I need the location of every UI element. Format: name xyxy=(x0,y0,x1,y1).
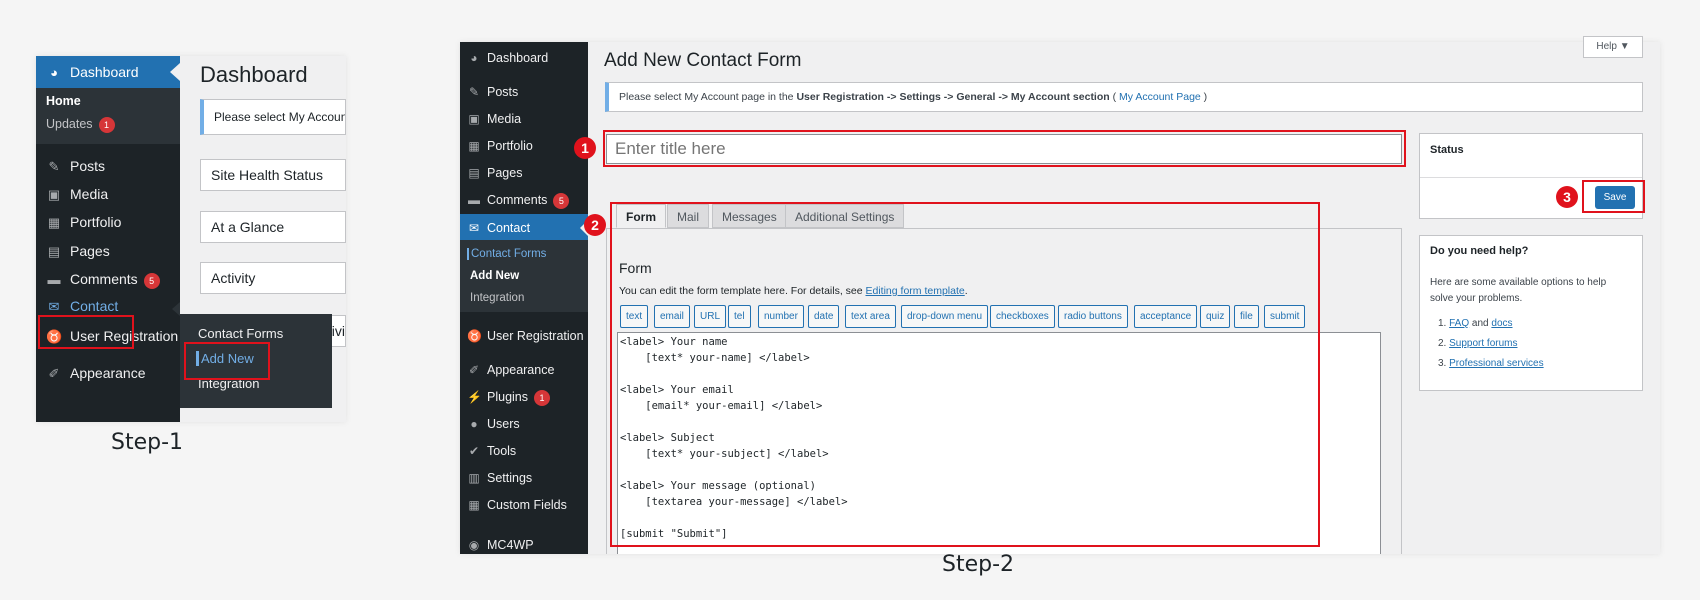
submenu-updates[interactable]: Updates 1 xyxy=(46,117,115,133)
highlight-form-editor xyxy=(610,202,1320,547)
sidebar-item-portfolio[interactable]: ▦ Portfolio xyxy=(36,208,180,236)
page-title: Dashboard xyxy=(200,62,308,87)
portfolio-icon: ▦ xyxy=(468,139,480,153)
submenu-add-new[interactable]: Add New xyxy=(470,270,519,282)
admin-notice: Please select My Account page in the Use… xyxy=(605,82,1643,112)
sidebar-item-posts[interactable]: ✎ Posts xyxy=(36,152,180,180)
sidebar-item-appearance[interactable]: ✐ Appearance xyxy=(36,359,180,387)
support-forums-link[interactable]: Support forums xyxy=(1449,338,1517,349)
dashboard-icon: ◕ xyxy=(50,65,58,80)
faq-link[interactable]: FAQ xyxy=(1449,318,1469,329)
sidebar-item-dashboard[interactable]: ◕ Dashboard xyxy=(460,45,588,71)
highlight-contact xyxy=(38,315,134,349)
comments-count-badge: 5 xyxy=(143,273,160,289)
sidebar-item-media[interactable]: ▣ Media xyxy=(460,106,588,132)
step1-screenshot: ◕ Dashboard Home Updates 1 ✎ Posts ▣ Media ▦… xyxy=(36,56,346,422)
users-icon: ● xyxy=(470,417,478,431)
highlight-title-input xyxy=(603,130,1406,167)
pin-icon: ✎ xyxy=(468,85,480,99)
sidebar-item-comments[interactable]: ▬ Comments 5 xyxy=(36,265,180,293)
help-list-item: 3. Professional services xyxy=(1438,358,1544,369)
help-text: Here are some available options to help … xyxy=(1430,277,1607,304)
sidebar-item-appearance[interactable]: ✐ Appearance xyxy=(460,357,588,383)
card-activity[interactable]: Activity xyxy=(200,262,346,294)
sidebar-item-mc4wp[interactable]: ◉ MC4WP xyxy=(460,532,588,554)
admin-notice: Please select My Account xyxy=(200,99,346,135)
submenu-contact-forms[interactable]: Contact Forms xyxy=(467,248,546,260)
comments-count-badge: 5 xyxy=(553,193,570,209)
page-title: Add New Contact Form xyxy=(604,50,802,71)
sidebar-item-pages[interactable]: ▤ Pages xyxy=(460,160,588,186)
sidebar-item-pages[interactable]: ▤ Pages xyxy=(36,237,180,265)
sidebar-item-user-registration[interactable]: ♉ User Registration xyxy=(460,323,588,349)
pin-icon: ✎ xyxy=(48,159,60,174)
flyout-pointer xyxy=(172,302,180,316)
sidebar-item-comments[interactable]: ▬ Comments 5 xyxy=(460,187,588,213)
sidebar-item-custom-fields[interactable]: ▦ Custom Fields xyxy=(460,492,588,518)
docs-link[interactable]: docs xyxy=(1491,318,1512,329)
sidebar-item-portfolio[interactable]: ▦ Portfolio xyxy=(460,133,588,159)
paintbrush-icon: ✐ xyxy=(468,363,480,377)
sidebar-item-users[interactable]: ● Users xyxy=(460,411,588,437)
professional-services-link[interactable]: Professional services xyxy=(1449,358,1543,369)
help-button[interactable]: Help ▼ xyxy=(1583,36,1643,58)
custom-fields-icon: ▦ xyxy=(468,498,480,512)
wrench-icon: ✔ xyxy=(468,444,480,458)
sidebar-item-dashboard[interactable]: ◕ Dashboard xyxy=(36,56,180,88)
paintbrush-icon: ✐ xyxy=(48,366,60,381)
mail-icon: ✉ xyxy=(468,221,480,235)
sidebar-item-posts[interactable]: ✎ Posts xyxy=(460,79,588,105)
step-marker-1: 1 xyxy=(574,137,596,159)
step-marker-3: 3 xyxy=(1556,186,1578,208)
media-icon: ▣ xyxy=(468,112,480,126)
pages-icon: ▤ xyxy=(47,244,61,259)
sidebar-item-tools[interactable]: ✔ Tools xyxy=(460,438,588,464)
pages-icon: ▤ xyxy=(468,166,480,180)
comment-icon: ▬ xyxy=(468,193,480,207)
highlight-add-new xyxy=(184,342,270,380)
sidebar-item-media[interactable]: ▣ Media xyxy=(36,180,180,208)
portfolio-icon: ▦ xyxy=(47,215,61,230)
help-title: Do you need help? xyxy=(1430,245,1529,257)
comment-icon: ▬ xyxy=(47,272,61,287)
highlight-save-button xyxy=(1582,180,1645,213)
admin-sidebar: ◕ Dashboard ✎ Posts ▣ Media ▦ Portfolio ▤ Pag… xyxy=(460,42,588,554)
step-marker-2: 2 xyxy=(584,214,606,236)
media-icon: ▣ xyxy=(47,187,61,202)
submenu-home[interactable]: Home xyxy=(46,94,81,108)
user-registration-icon: ♉ xyxy=(467,329,482,343)
step1-caption: Step-1 xyxy=(111,430,184,455)
active-menu-pointer xyxy=(170,63,180,81)
plugin-icon: ⚡ xyxy=(467,390,482,404)
status-title: Status xyxy=(1430,144,1464,156)
sidebar-item-settings[interactable]: ▥ Settings xyxy=(460,465,588,491)
my-account-page-link[interactable]: My Account Page xyxy=(1119,91,1201,103)
dashboard-icon: ◕ xyxy=(470,51,478,65)
help-list-item: 1. FAQ and docs xyxy=(1438,318,1513,329)
admin-sidebar: ◕ Dashboard Home Updates 1 ✎ Posts ▣ Media ▦… xyxy=(36,56,180,422)
sidebar-item-plugins[interactable]: ⚡ Plugins 1 xyxy=(460,384,588,410)
plugins-count-badge: 1 xyxy=(534,390,550,406)
contact-submenu: Contact Forms Add New Integration xyxy=(460,240,588,312)
flyout-contact-forms[interactable]: Contact Forms xyxy=(198,326,283,341)
sidebar-item-contact[interactable]: ✉ Contact xyxy=(460,214,588,242)
help-list-item: 2. Support forums xyxy=(1438,338,1518,349)
mc4wp-icon: ◉ xyxy=(468,538,480,552)
help-box: Do you need help? Here are some availabl… xyxy=(1419,235,1643,391)
step2-caption: Step-2 xyxy=(942,552,1015,577)
submenu-integration[interactable]: Integration xyxy=(470,292,524,304)
updates-count-badge: 1 xyxy=(98,117,115,133)
dashboard-submenu: Home Updates 1 xyxy=(36,88,180,144)
settings-icon: ▥ xyxy=(468,471,480,485)
card-site-health[interactable]: Site Health Status xyxy=(200,159,346,191)
card-at-a-glance[interactable]: At a Glance xyxy=(200,211,346,243)
